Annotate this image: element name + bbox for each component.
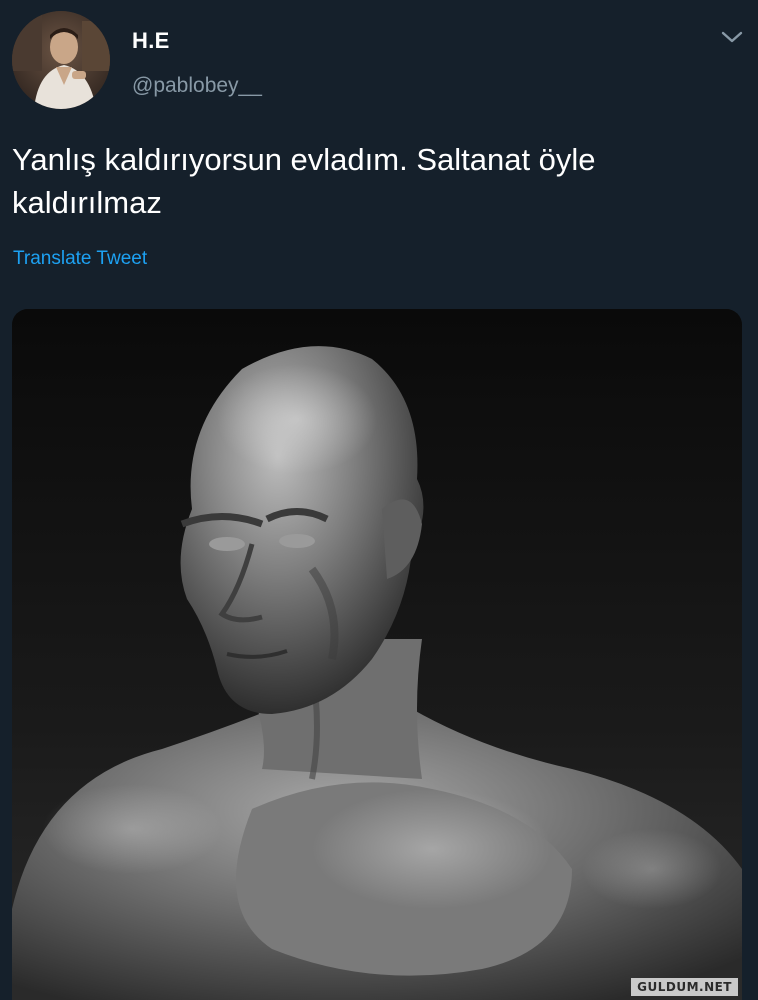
sculpture-image	[12, 309, 742, 1000]
tweet-media[interactable]: GULDUM.NET	[12, 309, 742, 1000]
chevron-down-icon[interactable]	[718, 26, 746, 48]
tweet-text: Yanlış kaldırıyorsun evladım. Saltanat ö…	[12, 142, 596, 220]
display-name[interactable]: H.E	[132, 28, 170, 54]
avatar[interactable]	[12, 11, 110, 109]
tweet-header: H.E @pablobey__	[0, 0, 758, 120]
user-handle[interactable]: @pablobey__	[132, 74, 262, 98]
watermark: GULDUM.NET	[631, 978, 738, 996]
translate-tweet-link[interactable]: Translate Tweet	[13, 248, 147, 270]
